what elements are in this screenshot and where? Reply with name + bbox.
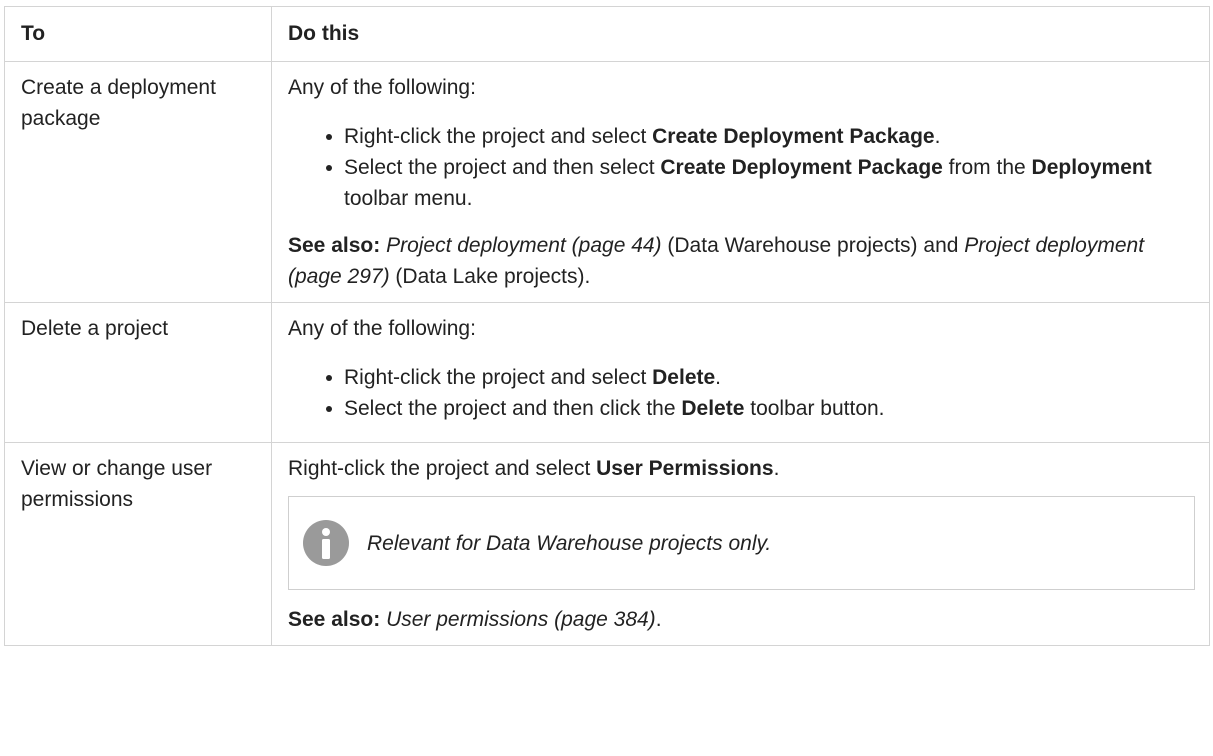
table-header-row: To Do this [4, 6, 1210, 62]
list-item: Select the project and then select Creat… [324, 152, 1195, 214]
options-list: Right-click the project and select Delet… [288, 362, 1195, 424]
see-also: See also: User permissions (page 384). [288, 608, 662, 631]
user-permissions-link[interactable]: User permissions (page 384) [386, 608, 656, 631]
header-do-this: Do this [271, 6, 1210, 62]
intro-text: Any of the following: [288, 76, 476, 99]
see-also: See also: Project deployment (page 44) (… [288, 234, 1145, 288]
info-icon [303, 520, 349, 566]
task-label: Delete a project [21, 317, 169, 340]
table-row: Create a deployment package Any of the f… [4, 61, 1210, 303]
list-item: Right-click the project and select Delet… [324, 362, 1195, 393]
task-cell: Delete a project [4, 302, 272, 443]
options-list: Right-click the project and select Creat… [288, 121, 1195, 214]
table-row: Delete a project Any of the following: R… [4, 302, 1210, 443]
list-item: Select the project and then click the De… [324, 393, 1195, 424]
instructions-cell: Any of the following: Right-click the pr… [271, 302, 1210, 443]
header-to: To [4, 6, 272, 62]
instruction-text: Right-click the project and select User … [288, 457, 780, 480]
intro-text: Any of the following: [288, 317, 476, 340]
task-cell: Create a deployment package [4, 61, 272, 303]
instructions-cell: Any of the following: Right-click the pr… [271, 61, 1210, 303]
task-label: Create a deployment package [21, 76, 216, 130]
table-row: View or change user permissions Right-cl… [4, 442, 1210, 646]
project-deployment-dw-link[interactable]: Project deployment (page 44) [386, 234, 662, 257]
actions-table: To Do this Create a deployment package A… [4, 6, 1210, 646]
note-box: Relevant for Data Warehouse projects onl… [288, 496, 1195, 590]
task-label: View or change user permissions [21, 457, 213, 511]
list-item: Right-click the project and select Creat… [324, 121, 1195, 152]
task-cell: View or change user permissions [4, 442, 272, 646]
instructions-cell: Right-click the project and select User … [271, 442, 1210, 646]
note-text: Relevant for Data Warehouse projects onl… [367, 531, 772, 555]
